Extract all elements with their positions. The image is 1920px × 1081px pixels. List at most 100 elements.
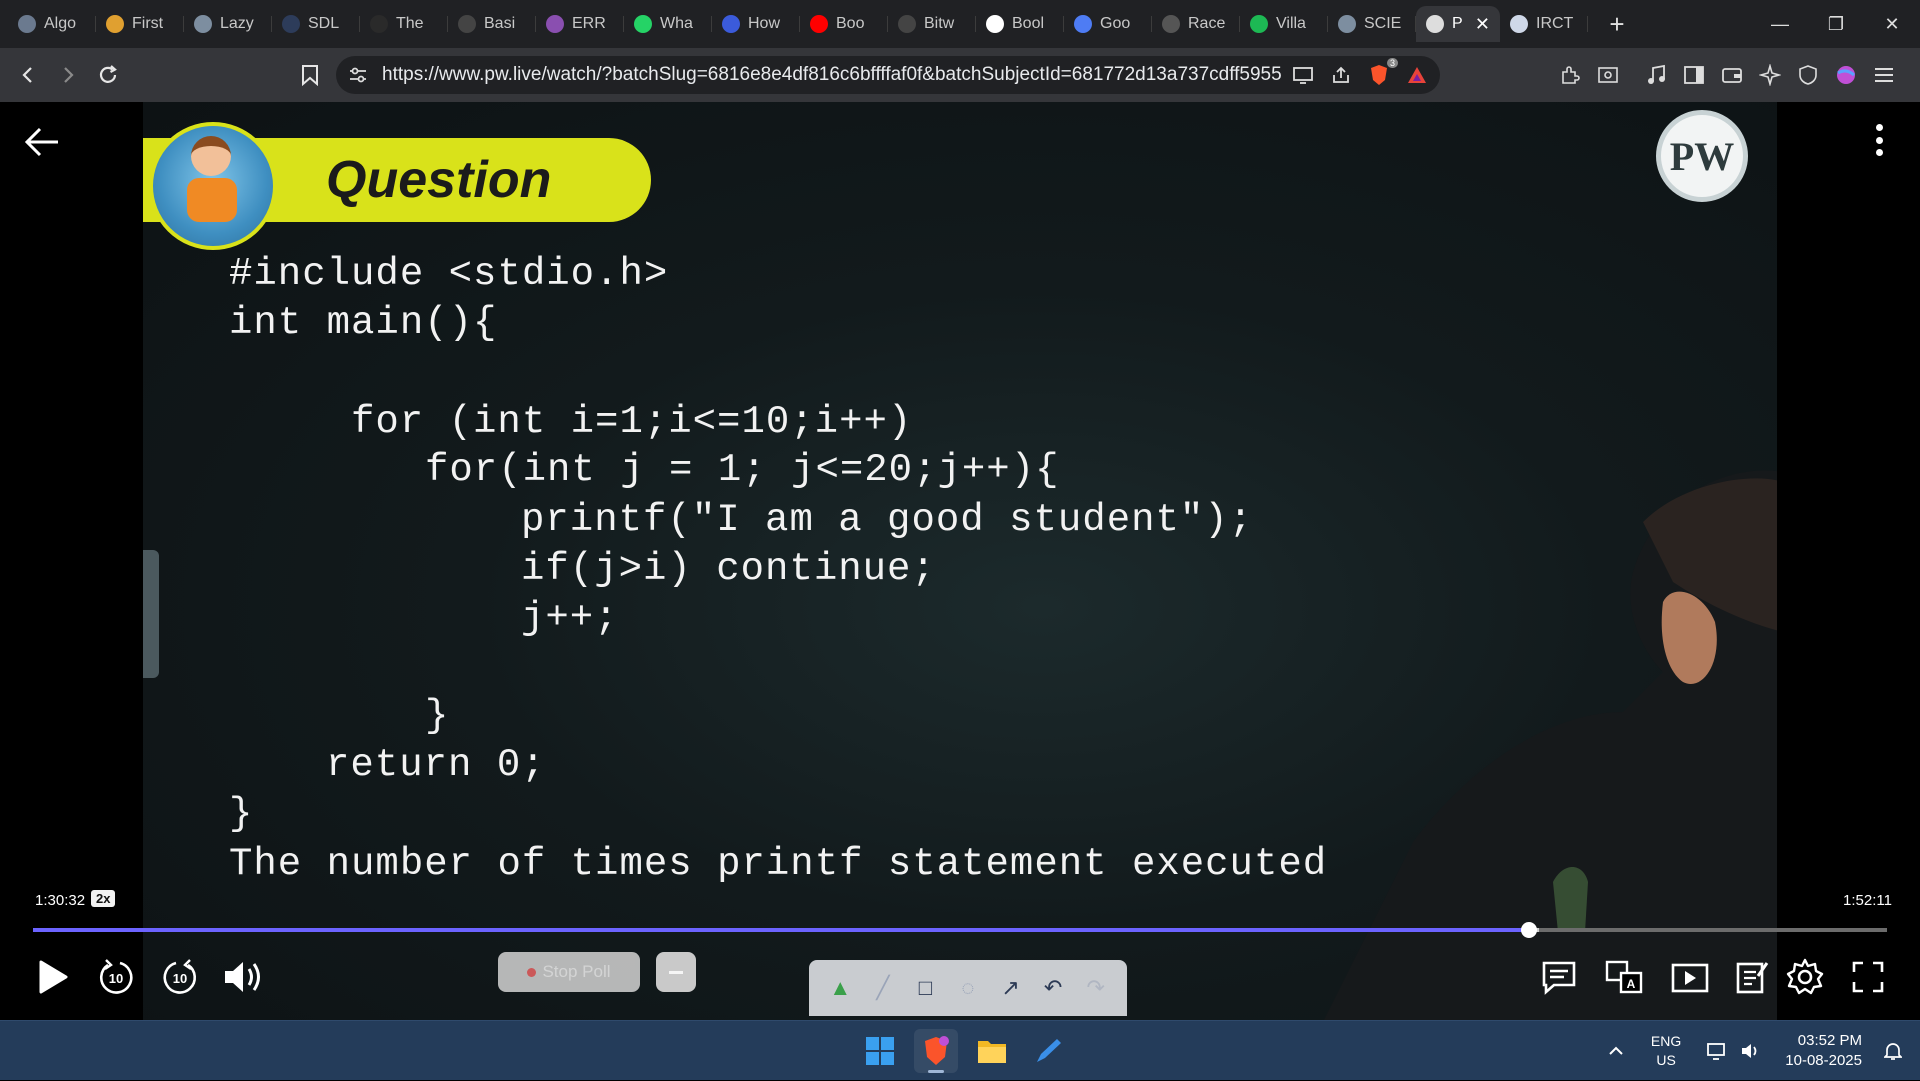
sidebar-icon[interactable]	[1680, 56, 1708, 94]
browser-tab[interactable]: First	[96, 6, 184, 42]
lasso-icon[interactable]: ◌	[953, 973, 983, 1003]
browser-tab[interactable]: SDL	[272, 6, 360, 42]
address-bar[interactable]: https://www.pw.live/watch/?batchSlug=681…	[336, 56, 1440, 94]
clock[interactable]: 03:52 PM 10-08-2025	[1785, 1031, 1862, 1071]
bookmark-blue-icon	[722, 15, 740, 33]
player-back-icon[interactable]	[22, 122, 62, 162]
browser-tab[interactable]: Lazy	[184, 6, 272, 42]
seek-bar[interactable]	[33, 922, 1887, 938]
main-menu-icon[interactable]	[1870, 56, 1898, 94]
browser-tab[interactable]: P ✕	[1416, 6, 1500, 42]
taskbar-brave[interactable]	[914, 1029, 958, 1073]
extensions-icon[interactable]	[1556, 56, 1584, 94]
browser-tab[interactable]: SCIE	[1328, 6, 1416, 42]
browser-tab[interactable]: Boo	[800, 6, 888, 42]
mascot-icon	[149, 122, 277, 250]
browser-tab[interactable]: Villa	[1240, 6, 1328, 42]
settings-button[interactable]	[1782, 952, 1828, 1002]
browser-tab[interactable]: ERR	[536, 6, 624, 42]
browser-tab[interactable]: IRCT	[1500, 6, 1588, 42]
share-icon[interactable]	[1328, 62, 1354, 88]
pen-icon[interactable]: ╱	[868, 973, 898, 1003]
pw-logo: PW	[1656, 110, 1748, 202]
pointer-arrow-icon[interactable]: ↗	[996, 973, 1026, 1003]
fullscreen-icon	[1852, 961, 1884, 993]
vpn-icon[interactable]	[1794, 56, 1822, 94]
chat-button[interactable]	[1537, 952, 1581, 1002]
translate-button[interactable]: A	[1602, 952, 1646, 1002]
reader-mode-icon[interactable]	[1594, 56, 1622, 94]
browser-tab[interactable]: Bool	[976, 6, 1064, 42]
browser-tab[interactable]: Wha	[624, 6, 712, 42]
code-line: #include <stdio.h>	[229, 252, 669, 296]
input-language[interactable]: ENG US	[1651, 1032, 1681, 1070]
back-button[interactable]	[10, 57, 46, 93]
notes-button[interactable]	[1730, 952, 1774, 1002]
media-controls-icon[interactable]	[1642, 56, 1670, 94]
taskbar-file-explorer[interactable]	[970, 1029, 1014, 1073]
browser-tab[interactable]: Basi	[448, 6, 536, 42]
reload-button[interactable]	[90, 57, 126, 93]
brave-shields-icon[interactable]: 3	[1366, 58, 1398, 88]
window-controls: — ❐ ✕	[1752, 0, 1920, 48]
bolt-icon	[106, 15, 124, 33]
reload-icon	[99, 65, 117, 83]
toolbar-actions	[1556, 56, 1898, 94]
forward-10-button[interactable]: 10	[158, 952, 202, 1002]
pen-app-icon	[1037, 1039, 1061, 1062]
minimize-button[interactable]: —	[1752, 0, 1808, 48]
network-icon[interactable]	[1703, 1038, 1729, 1064]
rectangle-icon[interactable]: □	[910, 973, 940, 1003]
more-options-icon[interactable]	[1864, 120, 1894, 160]
play-button[interactable]	[30, 952, 76, 1002]
video-frame[interactable]: Question PW #include <stdio.h> int main(…	[143, 102, 1777, 1020]
taskbar-pen-app[interactable]	[1026, 1029, 1070, 1073]
fullscreen-button[interactable]	[1846, 952, 1890, 1002]
brave-rewards-icon[interactable]	[1404, 62, 1430, 88]
leo-ai-icon[interactable]	[1756, 56, 1784, 94]
video-player[interactable]: Question PW #include <stdio.h> int main(…	[0, 102, 1920, 1020]
stop-poll-button[interactable]: Stop Poll	[498, 952, 640, 992]
side-panel-handle[interactable]	[143, 550, 159, 678]
fast-forward-icon: 10	[163, 959, 197, 994]
brave-browser-icon	[925, 1036, 949, 1065]
svg-text:A: A	[1627, 977, 1636, 991]
undo-icon[interactable]: ↶	[1038, 973, 1068, 1003]
video-list-button[interactable]	[1668, 952, 1712, 1002]
site-settings-icon[interactable]	[348, 65, 368, 85]
browser-tab[interactable]: Algo	[8, 6, 96, 42]
browser-tab[interactable]: Bitw	[888, 6, 976, 42]
browser-tab[interactable]: The	[360, 6, 448, 42]
playback-speed-badge[interactable]: 2x	[91, 890, 116, 907]
speaker-icon[interactable]	[1737, 1038, 1763, 1064]
minimize-poll-button[interactable]	[656, 952, 696, 992]
svg-text:10: 10	[173, 971, 187, 986]
minus-icon	[669, 970, 683, 974]
forward-button[interactable]	[50, 57, 86, 93]
start-button[interactable]	[858, 1029, 902, 1073]
close-tab-icon[interactable]: ✕	[1475, 14, 1490, 35]
code-line: for(int j = 1; j<=20;j++){	[425, 448, 1060, 492]
profile-avatar-icon[interactable]	[1832, 56, 1860, 94]
tab-title: The	[396, 15, 424, 32]
browser-tab[interactable]: Race	[1152, 6, 1240, 42]
volume-button[interactable]	[220, 952, 266, 1002]
tab-strip: Algo First Lazy SDL The Basi ERR Wha How Boo Bitw B…	[0, 0, 1920, 48]
rewind-10-button[interactable]: 10	[94, 952, 138, 1002]
windows-logo-icon	[866, 1037, 894, 1065]
bookmark-button[interactable]	[292, 57, 328, 93]
cast-icon[interactable]	[1290, 62, 1316, 88]
browser-tab[interactable]: How	[712, 6, 800, 42]
show-hidden-icons-chevron-icon[interactable]	[1603, 1038, 1629, 1064]
redo-icon[interactable]: ↷	[1081, 973, 1111, 1003]
restore-button[interactable]: ❐	[1808, 0, 1864, 48]
marker-icon[interactable]: ▲	[825, 973, 855, 1003]
new-tab-button[interactable]: +	[1602, 9, 1632, 40]
browser-tab[interactable]: Goo	[1064, 6, 1152, 42]
tab-title: P	[1452, 15, 1463, 32]
bitwarden-icon	[898, 15, 916, 33]
notification-bell-icon[interactable]	[1880, 1038, 1906, 1064]
seek-thumb[interactable]	[1521, 922, 1537, 938]
wallet-icon[interactable]	[1718, 56, 1746, 94]
close-window-button[interactable]: ✕	[1864, 0, 1920, 48]
